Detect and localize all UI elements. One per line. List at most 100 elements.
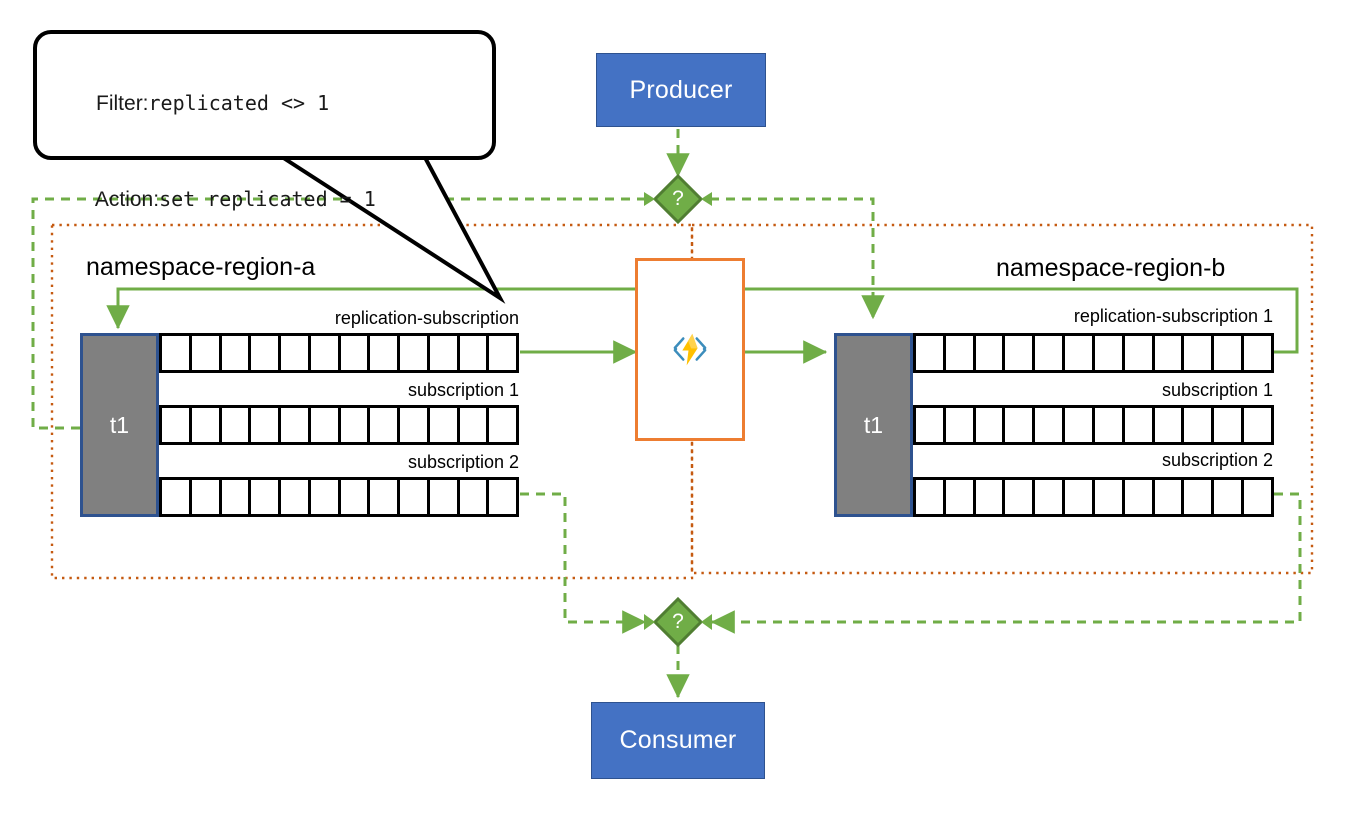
queue-cell xyxy=(946,336,976,370)
queue-cell xyxy=(251,480,281,514)
topic-b[interactable]: t1 xyxy=(834,333,913,517)
queue-cell xyxy=(1214,336,1245,370)
queue-cell xyxy=(222,408,252,442)
queue-b-2[interactable] xyxy=(913,477,1274,517)
queue-cell xyxy=(341,408,371,442)
queue-cell xyxy=(1095,480,1125,514)
namespace-b-title-text: namespace-region-b xyxy=(996,254,1226,282)
queue-cell xyxy=(460,480,490,514)
queue-a-2[interactable] xyxy=(159,477,519,517)
queue-cell xyxy=(460,336,490,370)
queue-cell xyxy=(976,336,1006,370)
queue-cell xyxy=(281,336,311,370)
queue-cell xyxy=(311,408,341,442)
queue-cell xyxy=(162,480,192,514)
queue-cell xyxy=(251,408,281,442)
queue-cell xyxy=(370,408,400,442)
queue-cell xyxy=(1125,336,1155,370)
queue-cell xyxy=(946,408,976,442)
topic-a[interactable]: t1 xyxy=(80,333,159,517)
queue-cell xyxy=(251,336,281,370)
namespace-a-title-text: namespace-region-a xyxy=(86,253,316,281)
namespace-b-title: namespace-region-b xyxy=(996,254,1225,283)
queue-cell xyxy=(400,408,430,442)
queue-label-a-1: subscription 1 xyxy=(159,380,519,401)
decision-top-left-arrow xyxy=(644,192,655,206)
queue-cell xyxy=(489,336,516,370)
queue-cell xyxy=(430,336,460,370)
callout-action-label: Action: xyxy=(94,187,160,211)
queue-cell xyxy=(1065,408,1095,442)
queue-label-a-2: subscription 2 xyxy=(159,452,519,473)
queue-cell xyxy=(1095,336,1125,370)
queue-cell xyxy=(1244,336,1271,370)
queue-cell xyxy=(1065,336,1095,370)
queue-cell xyxy=(1155,336,1185,370)
queue-cell xyxy=(281,408,311,442)
queue-cell xyxy=(370,480,400,514)
queue-cell xyxy=(192,480,222,514)
queue-label-a-2-text: subscription 2 xyxy=(407,452,519,472)
queue-cell xyxy=(162,408,192,442)
queue-cell xyxy=(1244,408,1271,442)
consumer-box[interactable]: Consumer xyxy=(591,702,765,779)
queue-cell xyxy=(311,336,341,370)
decision-diamond-top xyxy=(652,173,704,225)
decision-top-right-arrow xyxy=(701,192,712,206)
queue-cell xyxy=(489,408,516,442)
queue-cell xyxy=(1184,408,1215,442)
queue-cell xyxy=(916,408,946,442)
callout-action-code: set replicated = 1 xyxy=(159,186,376,211)
queue-cell xyxy=(1214,480,1245,514)
queue-cell xyxy=(1005,336,1036,370)
queue-cell xyxy=(1125,408,1155,442)
queue-label-b-1: subscription 1 xyxy=(913,380,1273,401)
queue-cell xyxy=(976,408,1006,442)
namespace-a-title: namespace-region-a xyxy=(86,253,315,282)
consumer-label: Consumer xyxy=(619,726,737,754)
flow-sub2a-to-decision xyxy=(520,492,647,634)
queue-cell xyxy=(916,336,946,370)
queue-cell xyxy=(1244,480,1271,514)
queue-label-b-2: subscription 2 xyxy=(913,450,1273,471)
queue-b-1[interactable] xyxy=(913,405,1274,445)
queue-b-0[interactable] xyxy=(913,333,1274,373)
callout-line-filter: Filter:replicated <> 1 xyxy=(61,56,470,152)
queue-cell xyxy=(946,480,976,514)
queue-cell xyxy=(222,480,252,514)
queue-cell xyxy=(1035,408,1066,442)
function-app-box[interactable] xyxy=(635,258,745,441)
producer-box[interactable]: Producer xyxy=(596,53,766,127)
callout-filter-code: replicated <> 1 xyxy=(148,90,330,115)
queue-a-0[interactable] xyxy=(159,333,519,373)
queue-cell xyxy=(1035,480,1066,514)
decision-diamond-bottom xyxy=(652,596,704,648)
queue-cell xyxy=(430,408,460,442)
queue-cell xyxy=(341,336,371,370)
queue-cell xyxy=(916,480,946,514)
diagram-canvas: Filter:replicated <> 1 Action:set replic… xyxy=(0,0,1353,817)
queue-cell xyxy=(222,336,252,370)
azure-functions-icon xyxy=(667,327,713,373)
queue-cell xyxy=(192,408,222,442)
queue-cell xyxy=(430,480,460,514)
queue-cell xyxy=(1005,408,1036,442)
filter-action-callout: Filter:replicated <> 1 Action:set replic… xyxy=(33,30,496,211)
queue-label-a-1-text: subscription 1 xyxy=(407,380,519,400)
queue-label-b-1-text: subscription 1 xyxy=(1161,380,1273,400)
topic-b-label: t1 xyxy=(863,411,884,438)
queue-cell xyxy=(976,480,1006,514)
queue-label-b-2-text: subscription 2 xyxy=(1161,450,1273,470)
queue-cell xyxy=(460,408,490,442)
queue-a-1[interactable] xyxy=(159,405,519,445)
queue-cell xyxy=(1214,408,1245,442)
queue-cell xyxy=(1125,480,1155,514)
callout-line-action: Action:set replicated = 1 xyxy=(61,152,470,248)
queue-cell xyxy=(1095,408,1125,442)
callout-filter-label: Filter: xyxy=(96,91,149,115)
queue-cell xyxy=(400,480,430,514)
queue-cell xyxy=(341,480,371,514)
queue-cell xyxy=(1184,480,1215,514)
queue-label-a-0: replication-subscription xyxy=(159,308,519,329)
queue-cell xyxy=(1184,336,1215,370)
